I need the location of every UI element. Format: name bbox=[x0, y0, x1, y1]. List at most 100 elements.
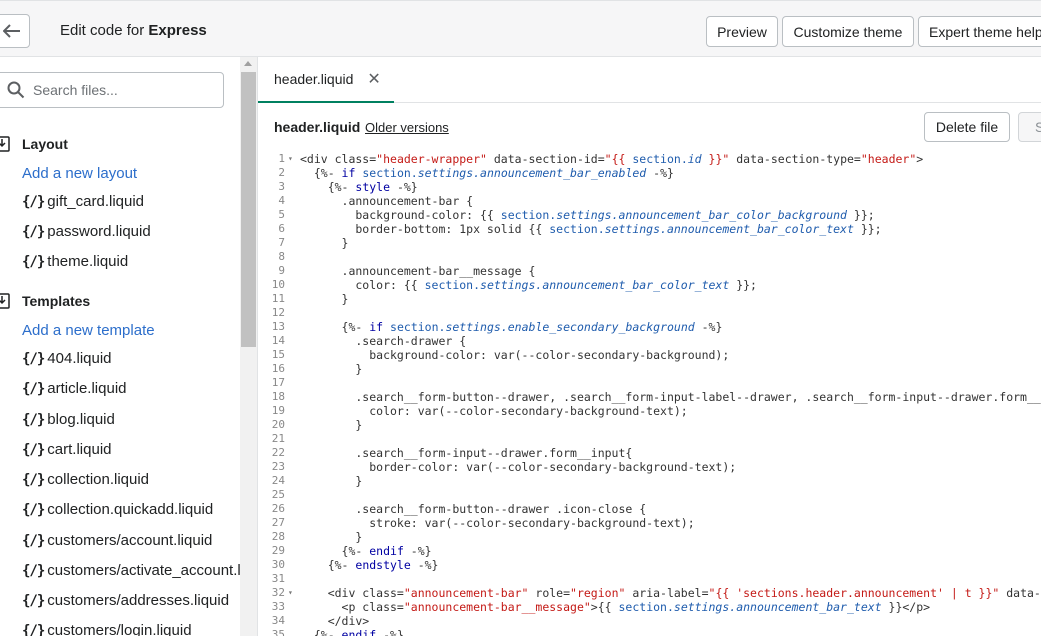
line-number: 32 bbox=[271, 586, 285, 599]
search-files-input[interactable] bbox=[33, 82, 203, 98]
line-number: 11 bbox=[271, 292, 285, 305]
code-line[interactable]: 2 {%- if section.settings.announcement_b… bbox=[258, 166, 1041, 180]
code-line[interactable]: 25 bbox=[258, 488, 1041, 502]
code-file-icon: {/} bbox=[22, 622, 45, 636]
code-line[interactable]: 32 ▾ <div class="announcement-bar" role="… bbox=[258, 586, 1041, 600]
tab-header-liquid[interactable]: header.liquid ✕ bbox=[258, 57, 394, 103]
customize-theme-button[interactable]: Customize theme bbox=[782, 16, 914, 47]
sidebar-scroll-thumb[interactable] bbox=[241, 72, 256, 347]
file-item[interactable]: {/} theme.liquid bbox=[22, 253, 128, 270]
file-name: 404.liquid bbox=[47, 350, 112, 367]
line-number: 17 bbox=[271, 376, 285, 389]
line-number: 13 bbox=[271, 320, 285, 333]
code-file-icon: {/} bbox=[22, 380, 45, 397]
file-item[interactable]: {/} collection.quickadd.liquid bbox=[22, 501, 213, 518]
code-line[interactable]: 34 </div> bbox=[258, 614, 1041, 628]
add-new-layout-link[interactable]: Add a new layout bbox=[22, 165, 137, 182]
code-line[interactable]: 21 bbox=[258, 432, 1041, 446]
editor-tab-bar: header.liquid ✕ bbox=[258, 57, 1041, 103]
fold-arrow-icon[interactable]: ▾ bbox=[288, 586, 293, 600]
layout-folder[interactable]: Layout bbox=[0, 134, 68, 154]
save-button[interactable]: Save bbox=[1018, 112, 1041, 142]
code-line[interactable]: 35 {%- endif -%} bbox=[258, 628, 1041, 636]
line-number: 1 bbox=[278, 152, 285, 165]
line-number: 28 bbox=[271, 530, 285, 543]
code-line[interactable]: 1 ▾ <div class="header-wrapper" data-secti… bbox=[258, 152, 1041, 166]
code-line[interactable]: 29 {%- endif -%} bbox=[258, 544, 1041, 558]
code-text: <div class="header-wrapper" data-section… bbox=[300, 152, 924, 166]
file-item[interactable]: {/} customers/addresses.liquid bbox=[22, 592, 229, 609]
code-line[interactable]: 4 .announcement-bar { bbox=[258, 194, 1041, 208]
code-line[interactable]: 3 {%- style -%} bbox=[258, 180, 1041, 194]
code-line[interactable]: 13 {%- if section.settings.enable_second… bbox=[258, 320, 1041, 334]
code-line[interactable]: 11 } bbox=[258, 292, 1041, 306]
delete-file-button[interactable]: Delete file bbox=[924, 112, 1010, 142]
code-line[interactable]: 33 <p class="announcement-bar__message">… bbox=[258, 600, 1041, 614]
code-line[interactable]: 10 color: {{ section.settings.announceme… bbox=[258, 278, 1041, 292]
code-area[interactable]: 1 ▾ <div class="header-wrapper" data-secti… bbox=[258, 152, 1041, 636]
fold-arrow-icon[interactable]: ▾ bbox=[288, 152, 293, 166]
code-line[interactable]: 14 .search-drawer { bbox=[258, 334, 1041, 348]
line-number: 24 bbox=[271, 474, 285, 487]
code-text: <div class="announcement-bar" role="regi… bbox=[300, 586, 1041, 600]
scroll-up-arrow-icon[interactable] bbox=[244, 61, 252, 66]
code-line[interactable]: 27 stroke: var(--color-secondary-backgro… bbox=[258, 516, 1041, 530]
line-number: 15 bbox=[271, 348, 285, 361]
file-item[interactable]: {/} blog.liquid bbox=[22, 411, 115, 428]
file-item[interactable]: {/} customers/account.liquid bbox=[22, 532, 212, 549]
code-file-icon: {/} bbox=[22, 471, 45, 488]
line-number: 5 bbox=[278, 208, 285, 221]
file-item[interactable]: {/} article.liquid bbox=[22, 380, 127, 397]
code-line[interactable]: 16 } bbox=[258, 362, 1041, 376]
code-line[interactable]: 8 bbox=[258, 250, 1041, 264]
file-item[interactable]: {/} customers/activate_account.liquid bbox=[22, 562, 258, 579]
code-text: } bbox=[300, 292, 349, 306]
file-item[interactable]: {/} customers/login.liquid bbox=[22, 622, 192, 636]
code-line[interactable]: 28 } bbox=[258, 530, 1041, 544]
code-text: {%- style -%} bbox=[300, 180, 418, 194]
back-button[interactable] bbox=[0, 14, 30, 48]
code-text: .search__form-input--drawer.form__input{ bbox=[300, 446, 633, 460]
code-line[interactable]: 7 } bbox=[258, 236, 1041, 250]
code-line[interactable]: 23 border-color: var(--color-secondary-b… bbox=[258, 460, 1041, 474]
file-item[interactable]: {/} cart.liquid bbox=[22, 441, 112, 458]
file-name: customers/activate_account.liquid bbox=[47, 562, 258, 579]
file-name: blog.liquid bbox=[47, 411, 115, 428]
code-line[interactable]: 18 .search__form-button--drawer, .search… bbox=[258, 390, 1041, 404]
code-file-icon: {/} bbox=[22, 411, 45, 428]
code-line[interactable]: 30 {%- endstyle -%} bbox=[258, 558, 1041, 572]
code-line[interactable]: 9 .announcement-bar__message { bbox=[258, 264, 1041, 278]
code-line[interactable]: 12 bbox=[258, 306, 1041, 320]
preview-button[interactable]: Preview bbox=[706, 16, 778, 47]
code-text: {%- endif -%} bbox=[300, 628, 404, 636]
code-line[interactable]: 15 background-color: var(--color-seconda… bbox=[258, 348, 1041, 362]
code-line[interactable]: 31 bbox=[258, 572, 1041, 586]
code-line[interactable]: 17 bbox=[258, 376, 1041, 390]
file-item[interactable]: {/} 404.liquid bbox=[22, 350, 112, 367]
top-bar: Edit code for Express Preview Customize … bbox=[0, 0, 1041, 57]
add-new-template-link[interactable]: Add a new template bbox=[22, 322, 155, 339]
search-files-box[interactable] bbox=[0, 72, 224, 108]
templates-folder[interactable]: Templates bbox=[0, 291, 90, 311]
code-text: </div> bbox=[300, 614, 370, 628]
file-item[interactable]: {/} password.liquid bbox=[22, 223, 151, 240]
expert-theme-help-button[interactable]: Expert theme help bbox=[918, 16, 1041, 47]
templates-heading: Templates bbox=[22, 293, 91, 309]
code-line[interactable]: 24 } bbox=[258, 474, 1041, 488]
older-versions-link[interactable]: Older versions bbox=[365, 120, 449, 135]
line-number: 35 bbox=[271, 628, 285, 636]
close-icon[interactable]: ✕ bbox=[367, 69, 380, 89]
line-number: 31 bbox=[271, 572, 285, 585]
line-number: 30 bbox=[271, 558, 285, 571]
file-name: theme.liquid bbox=[47, 253, 129, 270]
code-line[interactable]: 6 border-bottom: 1px solid {{ section.se… bbox=[258, 222, 1041, 236]
code-line[interactable]: 26 .search__form-button--drawer .icon-cl… bbox=[258, 502, 1041, 516]
code-line[interactable]: 5 background-color: {{ section.settings.… bbox=[258, 208, 1041, 222]
code-line[interactable]: 20 } bbox=[258, 418, 1041, 432]
line-number: 12 bbox=[271, 306, 285, 319]
code-line[interactable]: 22 .search__form-input--drawer.form__inp… bbox=[258, 446, 1041, 460]
code-text: <p class="announcement-bar__message">{{ … bbox=[300, 600, 931, 614]
code-line[interactable]: 19 color: var(--color-secondary-backgrou… bbox=[258, 404, 1041, 418]
file-item[interactable]: {/} gift_card.liquid bbox=[22, 193, 144, 210]
file-item[interactable]: {/} collection.liquid bbox=[22, 471, 149, 488]
